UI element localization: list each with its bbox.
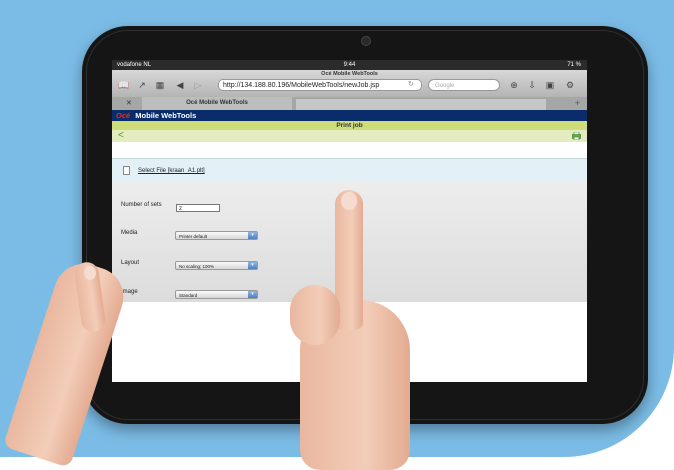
page-title: Print job: [112, 121, 587, 130]
reader-icon[interactable]: ▣: [544, 80, 556, 91]
media-value: Printer default: [179, 234, 208, 239]
chevron-down-icon: ▾: [248, 291, 257, 298]
empty-tab-area: [296, 99, 546, 110]
right-curled-fingers: [290, 285, 340, 345]
file-icon: [123, 166, 130, 175]
layout-label: Layout: [121, 260, 140, 266]
url-field[interactable]: http://134.188.80.196/MobileWebTools/new…: [218, 79, 422, 91]
action-bar: <: [112, 130, 587, 142]
chevron-down-icon: ▾: [248, 262, 257, 269]
number-of-sets-input[interactable]: 2: [176, 204, 220, 212]
close-tab-icon[interactable]: ✕: [126, 97, 132, 110]
battery-label: 71 %: [567, 62, 581, 68]
search-input[interactable]: Google: [428, 79, 500, 91]
add-tab-icon[interactable]: +: [575, 97, 580, 110]
reload-icon[interactable]: ↻: [408, 79, 414, 91]
media-label: Media: [121, 230, 138, 236]
layout-select[interactable]: No scaling; 100% ▾: [175, 261, 258, 270]
download-icon[interactable]: ⇩: [526, 80, 538, 91]
index-fingernail: [341, 192, 357, 210]
clock-label: 9:44: [343, 62, 356, 68]
chevron-down-icon: ▾: [248, 232, 257, 239]
media-select[interactable]: Printer default ▾: [175, 231, 258, 240]
share-icon[interactable]: ↗: [136, 80, 148, 91]
status-bar: vodafone NL 9:44 71 %: [112, 60, 587, 70]
browser-tab-bar: ✕ Océ Mobile WebTools +: [112, 97, 587, 110]
left-thumbnail: [84, 266, 96, 280]
page-caption: Océ Mobile WebTools: [321, 71, 378, 77]
clock-icon[interactable]: ⊕: [508, 80, 520, 91]
select-file-link[interactable]: Select File [kraan_A1.plt]: [138, 159, 205, 183]
front-camera: [361, 36, 371, 46]
file-select-row[interactable]: Select File [kraan_A1.plt]: [112, 158, 587, 184]
settings-icon[interactable]: ⚙: [564, 80, 576, 91]
browser-tab[interactable]: Océ Mobile WebTools: [142, 97, 292, 110]
tabs-icon[interactable]: ▦: [154, 80, 166, 91]
back-icon[interactable]: ◀: [174, 80, 186, 91]
bookmarks-icon[interactable]: 📖: [118, 80, 130, 91]
browser-toolbar: Océ Mobile WebTools 📖 ↗ ▦ ◀ ▷ http://134…: [112, 70, 587, 97]
number-of-sets-label: Number of sets: [121, 202, 162, 208]
back-arrow-icon[interactable]: <: [118, 130, 124, 142]
layout-value: No scaling; 100%: [179, 264, 215, 269]
printer-icon[interactable]: [572, 132, 581, 140]
forward-icon[interactable]: ▷: [192, 80, 204, 91]
app-header: Océ Mobile WebTools: [112, 110, 587, 121]
image-select[interactable]: Standard ▾: [175, 290, 258, 299]
image-value: Standard: [179, 293, 198, 298]
brand-logo: Océ: [116, 111, 131, 120]
app-name: Mobile WebTools: [135, 111, 197, 120]
